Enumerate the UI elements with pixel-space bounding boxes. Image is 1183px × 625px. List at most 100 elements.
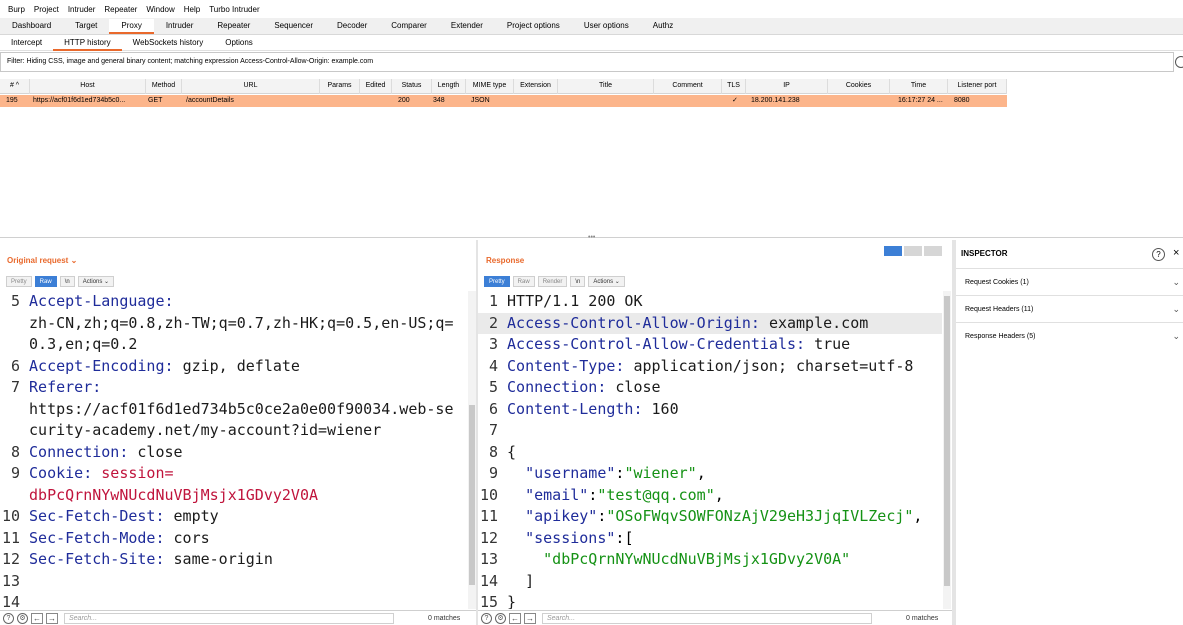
tab-authz[interactable]: Authz [641, 19, 685, 34]
layout-toggle[interactable] [884, 246, 944, 256]
column-header[interactable]: Time [890, 79, 948, 94]
column-header[interactable]: Host [30, 79, 146, 94]
forward-arrow-icon[interactable]: → [524, 612, 536, 624]
menu-item-help[interactable]: Help [184, 5, 200, 14]
code-line: 13 "dbPcQrnNYwNUcdNuVBjMsjx1GDvy2V0A" [478, 549, 942, 571]
tab-target[interactable]: Target [63, 19, 109, 34]
search-input[interactable]: Search... [542, 612, 872, 624]
column-header[interactable]: Cookies [828, 79, 890, 94]
help-icon[interactable]: ? [481, 612, 492, 624]
view-button-actions[interactable]: Actions ⌄ [77, 276, 115, 287]
menu-item-window[interactable]: Window [146, 5, 174, 14]
view-button-pretty[interactable]: Pretty [484, 276, 510, 287]
column-header[interactable]: Params [320, 79, 360, 94]
line-number: 12 [479, 528, 498, 547]
settings-icon[interactable]: ⚙ [17, 612, 28, 624]
settings-icon[interactable]: ⚙ [495, 612, 506, 624]
line-value: https://acf01f6d1ed734b5c0ce2a0e00f90034… [29, 399, 454, 418]
tab-comparer[interactable]: Comparer [379, 19, 439, 34]
line-number: 15 [479, 593, 498, 609]
menu-item-intruder[interactable]: Intruder [68, 5, 96, 14]
forward-arrow-icon[interactable]: → [46, 612, 58, 624]
view-button-n[interactable]: \n [59, 276, 75, 287]
code-line: 13 [0, 571, 468, 593]
tab-repeater[interactable]: Repeater [205, 19, 262, 34]
inspector-request-headers[interactable]: Request Headers (11) ⌄ [956, 295, 1183, 322]
tab-user-options[interactable]: User options [572, 19, 641, 34]
layout-split-icon[interactable] [884, 246, 902, 256]
json-value: "wiener" [624, 464, 697, 482]
code-line: 9 "username":"wiener", [478, 463, 942, 485]
tab-dashboard[interactable]: Dashboard [0, 19, 63, 34]
view-button-raw[interactable]: Raw [34, 276, 57, 287]
header-separator: : [796, 335, 815, 353]
view-button-raw[interactable]: Raw [512, 276, 535, 287]
line-number: 13 [479, 550, 498, 568]
subtab-websockets-history[interactable]: WebSockets history [122, 35, 215, 51]
inspector-request-cookies[interactable]: Request Cookies (1) ⌄ [956, 268, 1183, 295]
menu-item-project[interactable]: Project [34, 5, 59, 14]
code-line: dbPcQrnNYwNUcdNuVBjMsjx1GDvy2V0A [0, 485, 468, 507]
column-header[interactable]: Length [432, 79, 466, 94]
request-pane-title[interactable]: Original request ⌄ [7, 256, 77, 265]
help-icon[interactable]: ? [1152, 248, 1165, 261]
line-number: 1 [488, 292, 498, 310]
back-arrow-icon[interactable]: ← [509, 612, 521, 624]
menu-item-turbo-intruder[interactable]: Turbo Intruder [209, 5, 259, 14]
request-scroll-thumb[interactable] [469, 405, 475, 585]
request-editor[interactable]: 5 Accept-Language: zh-CN,zh;q=0.8,zh-TW;… [0, 291, 468, 609]
line-value: example.com [768, 313, 869, 332]
search-input[interactable]: Search... [64, 612, 394, 624]
response-scroll-thumb[interactable] [944, 296, 950, 586]
column-header[interactable]: URL [182, 79, 320, 94]
header-separator: : [750, 313, 769, 332]
header-separator: : [83, 464, 102, 482]
table-row[interactable]: 195 https://acf01f6d1ed734b5c0... GET /a… [0, 95, 1007, 107]
column-header[interactable]: Method [146, 79, 182, 94]
column-header[interactable]: # ^ [0, 79, 30, 94]
column-header[interactable]: Title [558, 79, 654, 94]
subtab-http-history[interactable]: HTTP history [53, 35, 122, 51]
split-grip-icon[interactable]: ••• [588, 234, 595, 241]
filter-help-icon[interactable] [1175, 56, 1183, 68]
view-button-n[interactable]: \n [570, 276, 586, 287]
column-header[interactable]: MIME type [466, 79, 514, 94]
back-arrow-icon[interactable]: ← [31, 612, 43, 624]
layout-rows-icon[interactable] [904, 246, 922, 256]
column-header[interactable]: TLS [722, 79, 746, 94]
column-header[interactable]: Status [392, 79, 432, 94]
tab-decoder[interactable]: Decoder [325, 19, 379, 34]
view-button-actions[interactable]: Actions ⌄ [588, 276, 625, 287]
code-line: 6 Content-Length: 160 [478, 399, 942, 421]
json-key: "sessions" [525, 528, 616, 547]
filter-bar[interactable]: Filter: Hiding CSS, image and general bi… [0, 52, 1174, 72]
column-header[interactable]: Extension [514, 79, 558, 94]
menu-item-burp[interactable]: Burp [8, 5, 25, 14]
chevron-down-icon: ⌄ [1172, 304, 1180, 314]
header-name: Connection [507, 378, 598, 396]
close-icon[interactable]: × [1173, 247, 1179, 259]
tab-proxy[interactable]: Proxy [109, 19, 154, 34]
tab-sequencer[interactable]: Sequencer [262, 19, 325, 34]
column-header[interactable]: Comment [654, 79, 722, 94]
column-header[interactable]: Edited [360, 79, 392, 94]
menu-item-repeater[interactable]: Repeater [104, 5, 137, 14]
tab-extender[interactable]: Extender [439, 19, 495, 34]
column-header[interactable]: Listener port [948, 79, 1007, 94]
line-number: 4 [488, 356, 498, 375]
line-number: 2 [488, 313, 498, 332]
view-button-pretty[interactable]: Pretty [6, 276, 32, 287]
response-editor[interactable]: 1 HTTP/1.1 200 OK 2 Access-Control-Allow-… [478, 291, 942, 609]
tab-intruder[interactable]: Intruder [154, 19, 206, 34]
json-key: "username" [525, 464, 616, 482]
view-button-render[interactable]: Render [537, 276, 568, 287]
inspector-response-headers[interactable]: Response Headers (5) ⌄ [956, 322, 1183, 349]
code-line: 4 Content-Type: application/json; charse… [478, 356, 942, 378]
subtab-options[interactable]: Options [214, 35, 264, 51]
column-header[interactable]: IP [746, 79, 828, 94]
tab-project-options[interactable]: Project options [495, 19, 572, 34]
subtab-intercept[interactable]: Intercept [0, 35, 53, 51]
help-icon[interactable]: ? [3, 612, 14, 624]
line-number: 13 [1, 571, 20, 590]
layout-tabs-icon[interactable] [924, 246, 942, 256]
